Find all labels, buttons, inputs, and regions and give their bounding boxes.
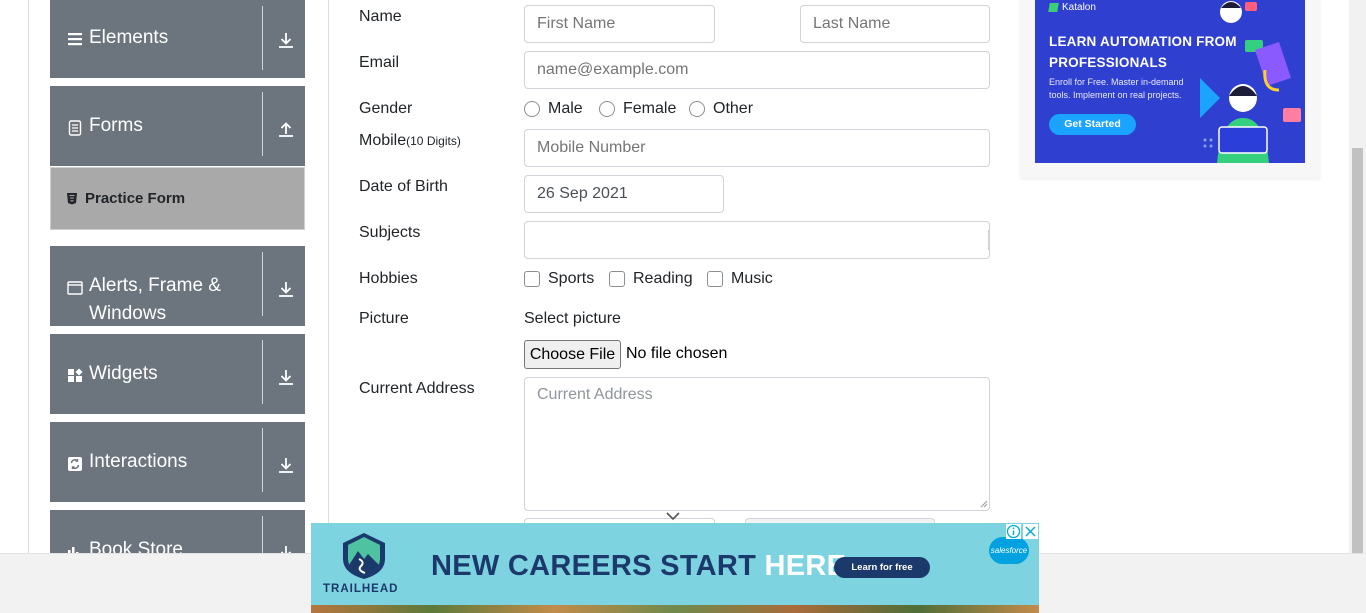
- document-icon: [68, 120, 82, 136]
- sidebar-item-label: Practice Form: [85, 190, 186, 207]
- gender-label: Gender: [359, 100, 413, 117]
- no-file-chosen-text: No file chosen: [626, 345, 728, 362]
- hobby-music-label[interactable]: Music: [731, 270, 773, 288]
- divider: [262, 92, 263, 156]
- download-icon[interactable]: [277, 280, 295, 298]
- divider: [262, 6, 263, 70]
- window-icon: [67, 281, 83, 295]
- ad-learn-for-free-button[interactable]: Learn for free: [834, 557, 930, 578]
- ad-headline: NEW CAREERS START HERE.: [431, 550, 855, 583]
- salesforce-logo: salesforce: [989, 537, 1029, 564]
- current-address-label: Current Address: [359, 380, 475, 397]
- ad-get-started-button[interactable]: Get Started: [1049, 114, 1136, 135]
- hobby-reading-label[interactable]: Reading: [633, 270, 693, 288]
- divider: [262, 428, 263, 492]
- download-icon[interactable]: [277, 368, 295, 386]
- ad-scenery-strip: [311, 605, 1039, 613]
- sidebar-group-label: Elements: [89, 27, 169, 48]
- gender-male-label[interactable]: Male: [548, 100, 583, 118]
- choose-file-button[interactable]: Choose File: [524, 340, 621, 369]
- sidebar-group-elements[interactable]: Elements: [50, 0, 305, 78]
- ad-trailhead-logo-text: TRAILHEAD: [323, 583, 399, 595]
- divider: [262, 252, 263, 316]
- mobile-label: Mobile(10 Digits): [359, 132, 461, 150]
- download-icon[interactable]: [277, 31, 295, 49]
- hobby-sports-checkbox[interactable]: [524, 271, 540, 287]
- gender-male-radio[interactable]: [524, 101, 540, 117]
- hobbies-label: Hobbies: [359, 270, 418, 287]
- hobby-music-checkbox[interactable]: [707, 271, 723, 287]
- current-address-textarea[interactable]: [524, 377, 990, 511]
- email-input[interactable]: [524, 51, 990, 89]
- ad-headline-part-a: NEW CAREERS START: [431, 550, 765, 582]
- picture-label: Picture: [359, 310, 409, 327]
- last-name-input[interactable]: [800, 5, 990, 43]
- sidebar-group-label: Alerts, Frame & Windows: [89, 275, 221, 324]
- sidebar-border: [328, 0, 329, 553]
- mobile-input[interactable]: [524, 129, 990, 167]
- email-label: Email: [359, 54, 400, 71]
- ad-collapse-chevron-icon[interactable]: [664, 511, 682, 521]
- sidebar-group-label: Interactions: [89, 451, 188, 472]
- download-icon[interactable]: [277, 456, 295, 474]
- scrollbar-thumb[interactable]: [1352, 148, 1363, 553]
- date-of-birth-input[interactable]: [524, 175, 724, 213]
- sidebar-group-book-store[interactable]: Book Store: [50, 510, 305, 553]
- katalon-logo-icon: [1048, 3, 1059, 12]
- ad-banner-right[interactable]: Katalon LEARN AUTOMATION FROM PROFESSION…: [1035, 0, 1305, 163]
- hamburger-icon: [68, 33, 82, 46]
- select-picture-label: Select picture: [524, 310, 621, 327]
- mobile-hint: (10 Digits): [406, 134, 461, 148]
- html5-icon: [67, 193, 77, 205]
- subjects-label: Subjects: [359, 224, 421, 241]
- ad-subtext: Enroll for Free. Master in-demand tools.…: [1049, 77, 1184, 100]
- divider: [262, 340, 263, 404]
- subjects-input[interactable]: [524, 221, 990, 259]
- subjects-separator: [988, 230, 989, 250]
- sidebar-item-practice-form[interactable]: Practice Form: [50, 167, 305, 230]
- mobile-label-text: Mobile: [359, 132, 407, 149]
- sidebar-group-alerts[interactable]: Alerts, Frame & Windows: [50, 246, 305, 326]
- sidebar-group-label: Book Store: [89, 539, 183, 553]
- gender-other-radio[interactable]: [689, 101, 705, 117]
- sidebar-group-label: Widgets: [89, 363, 158, 384]
- sidebar-group-label: Forms: [89, 115, 143, 136]
- bar-chart-icon: [68, 547, 79, 553]
- download-icon[interactable]: [277, 544, 295, 553]
- name-label: Name: [359, 8, 402, 25]
- upload-icon[interactable]: [277, 120, 295, 138]
- ad-close-icon[interactable]: [1023, 524, 1038, 539]
- left-border: [28, 0, 29, 553]
- hobby-reading-checkbox[interactable]: [609, 271, 625, 287]
- gender-other-label[interactable]: Other: [713, 100, 753, 118]
- trailhead-logo-icon: [343, 533, 385, 579]
- interactions-icon: [68, 457, 82, 471]
- divider: [262, 516, 263, 553]
- ad-illustration-icon: [1200, 1, 1301, 163]
- gender-female-radio[interactable]: [599, 101, 615, 117]
- gender-female-label[interactable]: Female: [623, 100, 676, 118]
- dob-label: Date of Birth: [359, 178, 448, 195]
- resize-grip-icon[interactable]: [980, 500, 988, 508]
- ad-brand: Katalon: [1062, 2, 1096, 13]
- practice-form-page: Elements Forms Practice Form Alerts, Fra…: [0, 0, 1366, 613]
- hobby-sports-label[interactable]: Sports: [548, 270, 594, 288]
- ad-info-icon[interactable]: [1006, 524, 1021, 539]
- first-name-input[interactable]: [524, 5, 715, 43]
- sidebar-group-interactions[interactable]: Interactions: [50, 422, 305, 502]
- sidebar-group-forms[interactable]: Forms: [50, 86, 305, 166]
- sidebar-group-widgets[interactable]: Widgets: [50, 334, 305, 414]
- widgets-icon: [68, 368, 83, 382]
- ad-banner-bottom[interactable]: TRAILHEAD NEW CAREERS START HERE. Learn …: [311, 523, 1039, 613]
